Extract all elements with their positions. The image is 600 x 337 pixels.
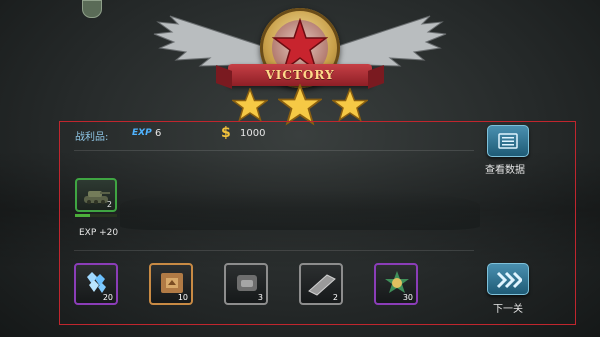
victory-emblem: VICTORY xyxy=(150,4,450,126)
reward-quantity: 2 xyxy=(332,293,338,302)
divider xyxy=(74,150,474,151)
spoils-label: 战利品: xyxy=(75,132,109,143)
reward-quantity: 30 xyxy=(402,293,413,302)
gold-star-icon xyxy=(278,84,322,126)
gold-star-icon xyxy=(232,88,268,122)
coin-icon: $ xyxy=(221,125,231,141)
unit-exp-bar xyxy=(75,214,117,217)
victory-ribbon: VICTORY xyxy=(228,64,372,86)
view-stats-button[interactable] xyxy=(487,125,529,157)
tank-unit-slot[interactable]: 2 xyxy=(75,178,117,212)
battle-result-panel: 战利品: EXP 6 $ 1000 2 EXP +20 20 10 3 2 30… xyxy=(59,121,576,325)
diamonds-icon xyxy=(87,272,106,293)
coin-value: 1000 xyxy=(240,128,266,139)
victory-title: VICTORY xyxy=(265,68,335,82)
exp-value: 6 xyxy=(155,128,162,139)
unit-count: 2 xyxy=(106,200,112,209)
gold-star-icon xyxy=(332,88,368,122)
chevron-right-icon xyxy=(496,271,522,289)
view-stats-label: 查看数据 xyxy=(485,165,525,176)
reward-crate[interactable]: 10 xyxy=(149,263,193,305)
reward-quantity: 10 xyxy=(177,293,188,302)
list-icon xyxy=(498,133,518,149)
next-level-label: 下一关 xyxy=(493,304,523,315)
next-level-button[interactable] xyxy=(487,263,529,295)
reward-quantity: 3 xyxy=(257,293,263,302)
tank-part-icon xyxy=(237,275,257,291)
reward-medal[interactable]: 30 xyxy=(374,263,418,305)
divider xyxy=(74,250,474,251)
reward-steel-plate[interactable]: 2 xyxy=(299,263,343,305)
reward-tank-part[interactable]: 3 xyxy=(224,263,268,305)
reward-diamonds[interactable]: 20 xyxy=(74,263,118,305)
rank-badge-icon xyxy=(82,0,102,18)
exp-icon: EXP xyxy=(132,128,152,138)
reward-quantity: 20 xyxy=(102,293,113,302)
unit-exp-gain: EXP +20 xyxy=(79,228,119,238)
